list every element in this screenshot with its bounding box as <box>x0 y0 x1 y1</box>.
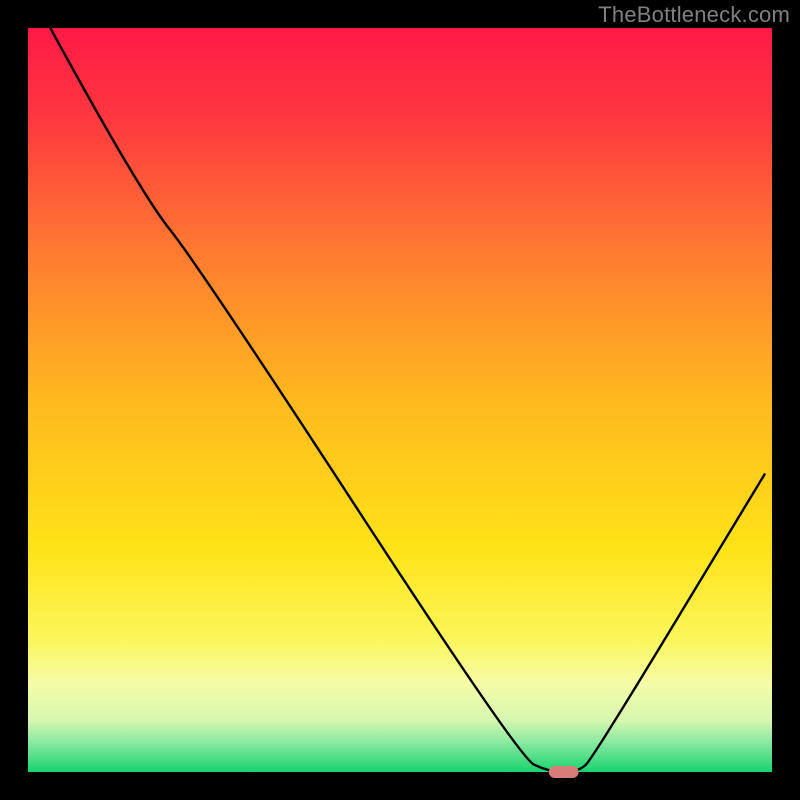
optimal-range-marker <box>549 766 579 778</box>
watermark-text: TheBottleneck.com <box>598 2 790 28</box>
bottleneck-chart <box>0 0 800 800</box>
plot-background <box>28 28 772 772</box>
chart-container: TheBottleneck.com <box>0 0 800 800</box>
